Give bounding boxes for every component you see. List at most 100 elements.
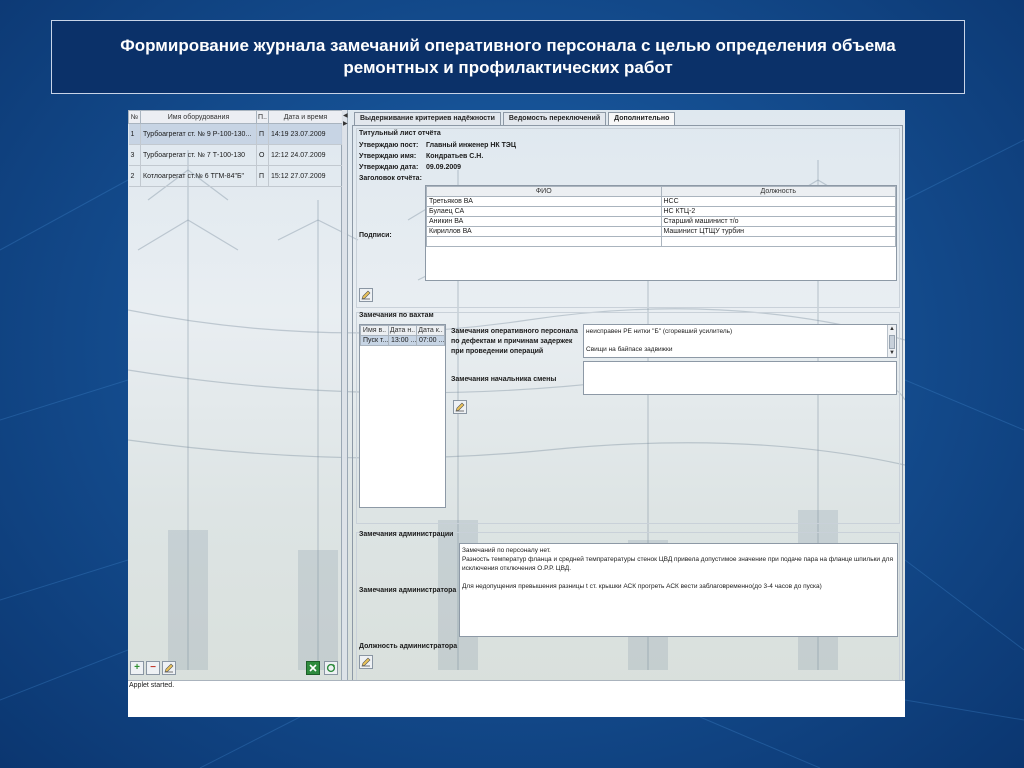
edit-button[interactable] (162, 661, 176, 675)
row-p: О (256, 144, 269, 166)
row-num: 2 (128, 165, 141, 187)
row-p: П (256, 123, 269, 145)
signatures-table-box: ФИО Должность Третьяков ВА НСС Булаец СА… (425, 185, 897, 281)
column-header-fio[interactable]: ФИО (426, 186, 662, 197)
shift-end: 07:00 ... (416, 335, 445, 346)
table-row[interactable]: Аникин ВА Старший машинист т/о (426, 216, 896, 227)
column-header-datetime[interactable]: Дата и время (268, 110, 343, 124)
table-row[interactable]: 3 Турбоагрегат ст. № 7 Т-100-130 О 12:12… (128, 144, 343, 166)
splitter-right-arrow-icon[interactable]: ▶ (343, 120, 348, 127)
personnel-remarks-label: Замечания оперативного персонала по дефе… (451, 328, 578, 355)
shift-remarks-header: Замечания по вахтам (359, 312, 434, 319)
column-header-end[interactable]: Дата к.. (416, 325, 445, 336)
signer-position: НС КТЦ-2 (660, 206, 896, 217)
shifts-table: Имя в.. Дата н.. Дата к.. Пуск т... 13:0… (360, 325, 445, 346)
title-page-header: Титульный лист отчёта (359, 130, 441, 137)
edit-shift-remarks-button[interactable] (453, 400, 467, 414)
status-text: Applet started. (129, 682, 175, 689)
edit-icon (455, 402, 465, 412)
admin-remarks-textarea[interactable]: Замечаний по персоналу нет. Разность тем… (459, 543, 898, 637)
admin-remarks-header: Замечания администрации (359, 531, 454, 538)
scroll-down-icon[interactable]: ▼ (888, 349, 896, 357)
shift-name: Пуск т... (360, 335, 389, 346)
shift-chief-remarks-textarea[interactable] (583, 361, 897, 395)
minus-icon: − (150, 662, 156, 673)
personnel-remarks-textarea[interactable]: неисправен РЕ нитки "Б" (сгоревший усили… (583, 324, 897, 358)
applet-window: № Имя оборудования П.. Дата и время 1 Ту… (128, 110, 905, 717)
equipment-table: № Имя оборудования П.. Дата и время 1 Ту… (128, 110, 343, 187)
export-excel-button[interactable] (306, 661, 320, 675)
tab-additional[interactable]: Дополнительно (608, 112, 676, 125)
slide-title: Формирование журнала замечаний оперативн… (51, 20, 965, 94)
details-panel: Выдерживание критериев надёжности Ведомо… (350, 110, 905, 688)
edit-icon (361, 290, 371, 300)
signatures-table: ФИО Должность Третьяков ВА НСС Булаец СА… (426, 186, 896, 247)
row-datetime: 15:12 27.07.2009 (268, 165, 343, 187)
refresh-icon (326, 663, 336, 673)
plus-icon: + (134, 662, 140, 673)
row-name: Котлоагрегат ст.№ 6 ТГМ-84"Б" (140, 165, 257, 187)
shift-chief-remarks-text (584, 362, 896, 366)
signer-position: Старший машинист т/о (660, 216, 896, 227)
signer-name: Булаец СА (426, 206, 662, 217)
tab-reliability-criteria[interactable]: Выдерживание критериев надёжности (354, 112, 501, 125)
column-header-start[interactable]: Дата н.. (388, 325, 417, 336)
column-header-shift-name[interactable]: Имя в.. (360, 325, 389, 336)
approve-name-label: Утверждаю имя: (359, 153, 417, 160)
edit-icon (164, 663, 174, 673)
table-row[interactable] (426, 236, 896, 247)
edit-title-page-button[interactable] (359, 288, 373, 302)
approve-name-value[interactable]: Кондратьев С.Н. (426, 153, 483, 160)
table-row[interactable]: 2 Котлоагрегат ст.№ 6 ТГМ-84"Б" П 15:12 … (128, 165, 343, 187)
table-row[interactable]: Пуск т... 13:00 ... 07:00 ... (360, 335, 445, 346)
signer-position: НСС (660, 196, 896, 207)
table-row[interactable]: Булаец СА НС КТЦ-2 (426, 206, 896, 217)
admin-remarks-label: Замечания администратора (359, 587, 457, 594)
tab-switching-log[interactable]: Ведомость переключений (502, 112, 607, 125)
remove-button[interactable]: − (146, 661, 160, 675)
signatures-label: Подписи: (359, 232, 392, 239)
row-name: Турбоагрегат ст. № 7 Т-100-130 (140, 144, 257, 166)
equipment-list-panel: № Имя оборудования П.. Дата и время 1 Ту… (128, 110, 343, 680)
signer-name: Кириллов ВА (426, 226, 662, 237)
shift-chief-remarks-label: Замечания начальника смены (451, 376, 557, 383)
column-header-num[interactable]: № (128, 110, 141, 124)
signer-position: Машинист ЦТЩУ турбин (660, 226, 896, 237)
report-title-label: Заголовок отчёта: (359, 175, 422, 182)
admin-position-label: Должность администратора (359, 643, 458, 650)
admin-remarks-text: Замечаний по персоналу нет. Разность тем… (462, 547, 893, 590)
signer-name: Аникин ВА (426, 216, 662, 227)
row-p: П (256, 165, 269, 187)
tab-bar: Выдерживание критериев надёжности Ведомо… (354, 112, 677, 125)
personnel-remarks-text: неисправен РЕ нитки "Б" (сгоревший усили… (586, 328, 733, 353)
column-header-position[interactable]: Должность (660, 186, 896, 197)
row-name: Турбоагрегат ст. № 9 Р-100-130... (140, 123, 257, 145)
approve-date-label: Утверждаю дата: (359, 164, 419, 171)
edit-icon (361, 657, 371, 667)
add-button[interactable]: + (130, 661, 144, 675)
table-row[interactable]: Кириллов ВА Машинист ЦТЩУ турбин (426, 226, 896, 237)
refresh-button[interactable] (324, 661, 338, 675)
signer-name: Третьяков ВА (426, 196, 662, 207)
shifts-table-box: Имя в.. Дата н.. Дата к.. Пуск т... 13:0… (359, 324, 446, 508)
panel-splitter[interactable]: ◀ ▶ (342, 110, 348, 688)
table-row[interactable]: 1 Турбоагрегат ст. № 9 Р-100-130... П 14… (128, 123, 343, 145)
splitter-left-arrow-icon[interactable]: ◀ (343, 112, 348, 119)
approve-post-value[interactable]: Главный инженер НК ТЭЦ (426, 142, 516, 149)
status-bar: Applet started. (128, 680, 905, 717)
edit-admin-remarks-button[interactable] (359, 655, 373, 669)
row-num: 3 (128, 144, 141, 166)
approve-date-value[interactable]: 09.09.2009 (426, 164, 461, 171)
tab-content: Титульный лист отчёта Утверждаю пост: Гл… (352, 125, 903, 684)
approve-post-label: Утверждаю пост: (359, 142, 419, 149)
column-header-p[interactable]: П.. (256, 110, 269, 124)
scroll-up-icon[interactable]: ▲ (888, 325, 896, 333)
column-header-name[interactable]: Имя оборудования (140, 110, 257, 124)
personnel-remarks-scrollbar[interactable]: ▲ ▼ (887, 325, 896, 357)
table-row[interactable]: Третьяков ВА НСС (426, 196, 896, 207)
scroll-thumb[interactable] (889, 335, 895, 349)
row-datetime: 14:19 23.07.2009 (268, 123, 343, 145)
excel-icon (309, 664, 317, 672)
shift-start: 13:00 ... (388, 335, 417, 346)
row-num: 1 (128, 123, 141, 145)
